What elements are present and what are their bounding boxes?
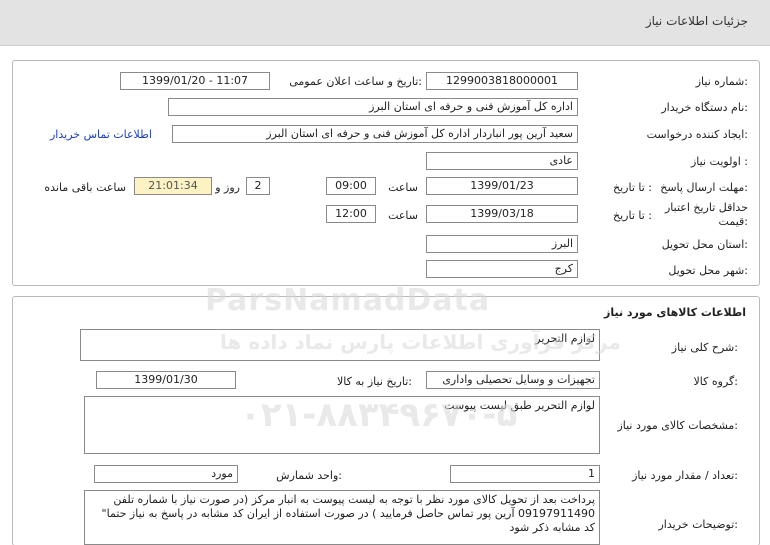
buyer-contact-link[interactable]: اطلاعات تماس خریدار (50, 128, 152, 141)
page-header: جزئیات اطلاعات نیاز (0, 0, 770, 46)
deadline-date-field: 1399/01/23 (426, 177, 578, 195)
buyer-notes-field: پرداخت بعد از تحویل کالای مورد نظر با تو… (84, 490, 600, 545)
need-info-panel (12, 60, 760, 286)
remaining-time-field: 21:01:34 (134, 177, 212, 195)
city-label: شهر محل تحویل: (668, 264, 748, 277)
remaining-time-label: ساعت باقی مانده (44, 181, 126, 194)
deadline-until-label: تا تاریخ : (613, 181, 652, 194)
need-number-label: شماره نیاز: (695, 75, 748, 88)
days-remaining-field: 2 (246, 177, 270, 195)
need-date-label: تاریخ نیاز به کالا: (337, 375, 412, 388)
need-summary-label: شرح کلی نیاز: (671, 341, 738, 354)
goods-group-label: گروه کالا: (693, 375, 738, 388)
page-title: جزئیات اطلاعات نیاز (645, 14, 748, 28)
creator-label: ایجاد کننده درخواست: (646, 128, 748, 141)
announce-datetime-label: تاریخ و ساعت اعلان عمومی: (289, 75, 422, 88)
buyer-org-label: نام دستگاه خریدار: (661, 101, 748, 114)
need-summary-field: لوازم التحریر (80, 329, 600, 361)
goods-section-title: اطلاعات کالاهای مورد نیاز (604, 306, 746, 319)
validity-date-field: 1399/03/18 (426, 205, 578, 223)
goods-specs-label: مشخصات کالای مورد نیاز: (617, 419, 738, 432)
creator-field: سعید آرین پور انباردار اداره کل آموزش فن… (172, 125, 578, 143)
deadline-label: مهلت ارسال پاسخ: (660, 181, 748, 194)
province-field: البرز (426, 235, 578, 253)
buyer-org-field: اداره کل آموزش فنی و حرفه ای استان البرز (168, 98, 578, 116)
buyer-notes-label: توضیحات خریدار: (658, 518, 739, 531)
priority-label: اولویت نیاز : (690, 155, 748, 168)
validity-time-field: 12:00 (326, 205, 376, 223)
goods-specs-field: لوازم التحریر طبق لیست پیوست (84, 396, 600, 454)
validity-until-label: تا تاریخ : (613, 209, 652, 222)
province-label: استان محل تحویل: (661, 238, 748, 251)
deadline-time-field: 09:00 (326, 177, 376, 195)
deadline-time-label: ساعت (388, 181, 418, 194)
quantity-label: تعداد / مقدار مورد نیاز: (632, 469, 738, 482)
quantity-field: 1 (450, 465, 600, 483)
unit-field: مورد (94, 465, 238, 483)
goods-group-field: تجهیزات و وسایل تحصیلی واداری (426, 371, 600, 389)
days-label: روز و (215, 181, 240, 194)
price-validity-label: حداقل تاریخ اعتبار قیمت: (664, 201, 748, 228)
unit-label: واحد شمارش: (276, 469, 342, 482)
announce-datetime-field: 1399/01/20 - 11:07 (120, 72, 270, 90)
need-date-field: 1399/01/30 (96, 371, 236, 389)
need-number-field: 1299003818000001 (426, 72, 578, 90)
priority-field: عادی (426, 152, 578, 170)
validity-time-label: ساعت (388, 209, 418, 222)
city-field: کرج (426, 260, 578, 278)
